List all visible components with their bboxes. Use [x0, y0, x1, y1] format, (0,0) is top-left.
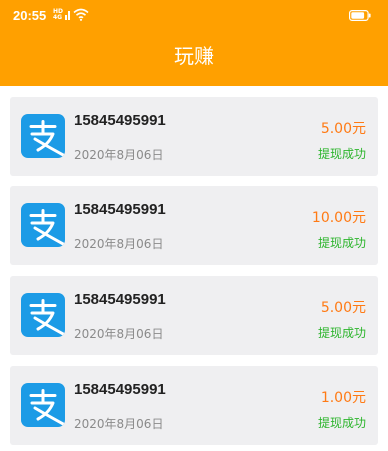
record-amount: 5.00元 — [320, 300, 366, 316]
record-status: 提现成功 — [317, 326, 366, 340]
record-phone: 15845495991 — [74, 291, 166, 308]
alipay-icon — [21, 293, 65, 337]
record-date: 2020年8月06日 — [74, 417, 164, 431]
page-title: 玩赚 — [174, 44, 214, 68]
record-card[interactable]: 15845495991 2020年8月06日 5.00元 提现成功 — [10, 276, 378, 355]
record-amount: 1.00元 — [320, 390, 366, 406]
record-card[interactable]: 15845495991 2020年8月06日 10.00元 提现成功 — [10, 186, 378, 265]
status-time: 20:55 — [13, 8, 47, 23]
record-amount: 5.00元 — [320, 121, 366, 137]
record-amount: 10.00元 — [311, 210, 366, 226]
network-type-label: HD 4G — [53, 8, 64, 21]
alipay-icon — [21, 114, 65, 158]
record-card[interactable]: 15845495991 2020年8月06日 1.00元 提现成功 — [10, 366, 378, 445]
record-card[interactable]: 15845495991 2020年8月06日 5.00元 提现成功 — [10, 97, 378, 176]
record-phone: 15845495991 — [74, 381, 166, 398]
record-date: 2020年8月06日 — [74, 327, 164, 341]
wifi-icon — [73, 8, 89, 21]
status-bar: 20:55 HD 4G — [0, 0, 388, 28]
record-status: 提现成功 — [317, 416, 366, 430]
record-phone: 15845495991 — [74, 201, 166, 218]
alipay-icon — [21, 203, 65, 247]
record-status: 提现成功 — [317, 236, 366, 250]
alipay-icon — [21, 383, 65, 427]
record-status: 提现成功 — [317, 147, 366, 161]
record-phone: 15845495991 — [74, 112, 166, 129]
battery-icon — [349, 10, 371, 21]
app-header: 20:55 HD 4G 玩赚 — [0, 0, 388, 86]
record-date: 2020年8月06日 — [74, 148, 164, 162]
signal-icon — [65, 11, 70, 20]
record-date: 2020年8月06日 — [74, 237, 164, 251]
